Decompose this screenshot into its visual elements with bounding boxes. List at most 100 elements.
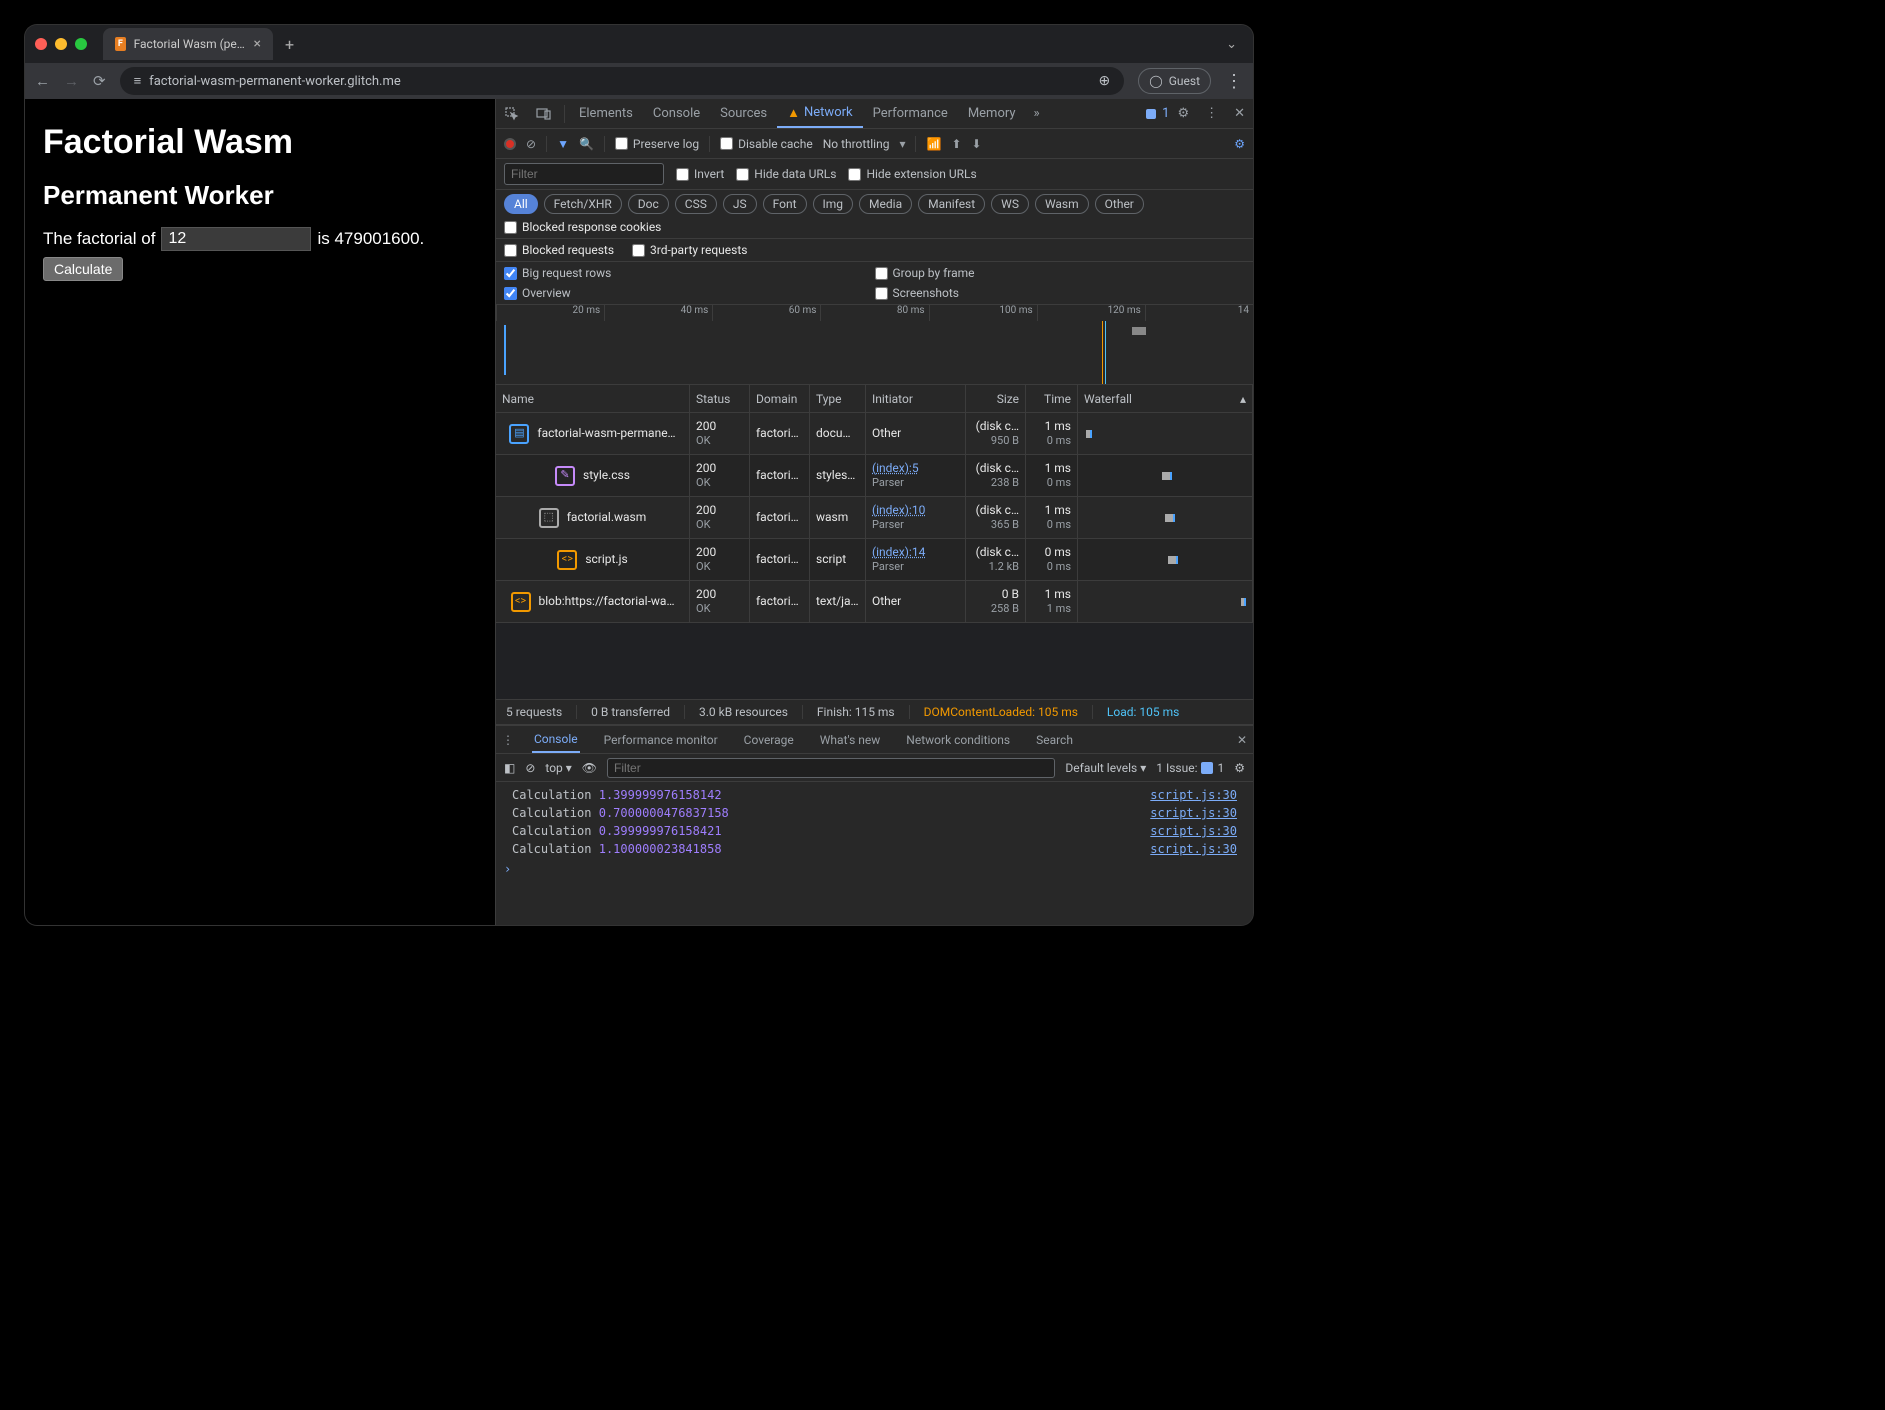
filter-toggle-icon[interactable]: ▼	[557, 137, 569, 151]
filter-pill-manifest[interactable]: Manifest	[918, 194, 985, 214]
invert-checkbox[interactable]: Invert	[676, 167, 724, 181]
close-window[interactable]	[35, 38, 47, 50]
console-sidebar-icon[interactable]: ◧	[504, 761, 515, 775]
filter-input[interactable]	[504, 163, 664, 185]
column-header-name[interactable]: Name	[496, 385, 690, 412]
network-settings-icon[interactable]: ⚙	[1234, 137, 1245, 151]
close-devtools-icon[interactable]: ✕	[1226, 106, 1253, 121]
column-header-type[interactable]: Type	[810, 385, 866, 412]
profile-badge[interactable]: ◯ Guest	[1138, 68, 1211, 94]
reload-icon[interactable]: ⟳	[93, 72, 106, 90]
console-prompt[interactable]: ›	[496, 858, 1253, 880]
log-source-link[interactable]: script.js:30	[1150, 806, 1237, 820]
devtools-menu-icon[interactable]: ⋮	[1197, 106, 1226, 121]
column-header-size[interactable]: Size	[966, 385, 1026, 412]
devtools-tab-console[interactable]: Console	[643, 99, 710, 128]
table-row[interactable]: <>blob:https://factorial-wa…200OKfactori…	[496, 581, 1253, 623]
filter-pill-fetchxhr[interactable]: Fetch/XHR	[544, 194, 622, 214]
devtools-tab-elements[interactable]: Elements	[569, 99, 643, 128]
tabs-dropdown-icon[interactable]: ⌄	[1226, 37, 1237, 52]
overview-checkbox[interactable]: Overview	[504, 286, 875, 300]
column-header-domain[interactable]: Domain	[750, 385, 810, 412]
filter-pill-doc[interactable]: Doc	[628, 194, 669, 214]
network-conditions-icon[interactable]: 📶	[926, 137, 941, 151]
big-rows-checkbox[interactable]: Big request rows	[504, 266, 875, 280]
hide-data-urls-checkbox[interactable]: Hide data URLs	[736, 167, 836, 181]
inspect-icon[interactable]	[496, 106, 528, 122]
import-har-icon[interactable]: ⬆	[951, 137, 961, 151]
drawer-tab-what's-new[interactable]: What's new	[818, 726, 883, 753]
column-header-time[interactable]: Time	[1026, 385, 1078, 412]
filter-pill-img[interactable]: Img	[813, 194, 854, 214]
initiator-link[interactable]: (index):5	[872, 461, 919, 477]
devtools-tab-performance[interactable]: Performance	[863, 99, 958, 128]
table-row[interactable]: <>script.js200OKfactori…script(index):14…	[496, 539, 1253, 581]
filter-pill-wasm[interactable]: Wasm	[1035, 194, 1089, 214]
filter-pill-js[interactable]: JS	[723, 194, 757, 214]
filter-pill-font[interactable]: Font	[763, 194, 807, 214]
screenshots-checkbox[interactable]: Screenshots	[875, 286, 1246, 300]
devtools-tab-network[interactable]: ▲Network	[777, 99, 862, 128]
devtools-tab-sources[interactable]: Sources	[710, 99, 777, 128]
disable-cache-checkbox[interactable]: Disable cache	[720, 137, 813, 151]
browser-menu-icon[interactable]: ⋮	[1225, 71, 1243, 92]
filter-pill-ws[interactable]: WS	[991, 194, 1029, 214]
filter-pill-all[interactable]: All	[504, 194, 538, 214]
close-tab-icon[interactable]: ×	[254, 36, 261, 52]
console-settings-icon[interactable]: ⚙	[1234, 761, 1245, 775]
drawer-tab-search[interactable]: Search	[1034, 726, 1075, 753]
drawer-tab-coverage[interactable]: Coverage	[742, 726, 796, 753]
devtools-tab-memory[interactable]: Memory	[958, 99, 1026, 128]
third-party-checkbox[interactable]: 3rd-party requests	[632, 243, 747, 257]
filter-pill-other[interactable]: Other	[1095, 194, 1144, 214]
table-row[interactable]: ✎style.css200OKfactori…styles…(index):5P…	[496, 455, 1253, 497]
zoom-icon[interactable]: ⊕	[1099, 73, 1111, 89]
column-header-waterfall[interactable]: Waterfall▴	[1078, 385, 1253, 412]
column-header-initiator[interactable]: Initiator	[866, 385, 966, 412]
search-icon[interactable]: 🔍	[579, 137, 594, 151]
console-filter-input[interactable]	[607, 758, 1055, 778]
log-source-link[interactable]: script.js:30	[1150, 842, 1237, 856]
drawer-menu-icon[interactable]: ⋮	[502, 733, 514, 747]
new-tab-button[interactable]: +	[285, 35, 294, 54]
drawer-tab-network-conditions[interactable]: Network conditions	[904, 726, 1012, 753]
filter-pill-media[interactable]: Media	[859, 194, 912, 214]
site-info-icon[interactable]: ≡	[134, 73, 142, 89]
device-toolbar-icon[interactable]	[528, 106, 560, 122]
close-drawer-icon[interactable]: ✕	[1237, 733, 1247, 747]
clear-icon[interactable]: ⊘	[526, 137, 536, 151]
throttling-chevron-icon[interactable]: ▾	[899, 137, 905, 151]
log-source-link[interactable]: script.js:30	[1150, 824, 1237, 838]
initiator-link[interactable]: (index):14	[872, 545, 925, 561]
table-row[interactable]: ⬚factorial.wasm200OKfactori…wasm(index):…	[496, 497, 1253, 539]
calculate-button[interactable]: Calculate	[43, 257, 123, 281]
context-select[interactable]: top ▾	[545, 761, 571, 775]
log-levels-select[interactable]: Default levels ▾	[1065, 761, 1146, 775]
blocked-requests-checkbox[interactable]: Blocked requests	[504, 243, 614, 257]
drawer-tab-console[interactable]: Console	[532, 726, 580, 753]
console-issues[interactable]: 1 Issue: 1	[1156, 761, 1224, 775]
factorial-input[interactable]	[161, 227, 311, 251]
live-expression-icon[interactable]: 👁	[582, 761, 597, 775]
settings-icon[interactable]: ⚙	[1169, 106, 1197, 121]
export-har-icon[interactable]: ⬇	[972, 137, 982, 151]
hide-extension-urls-checkbox[interactable]: Hide extension URLs	[848, 167, 976, 181]
maximize-window[interactable]	[75, 38, 87, 50]
overview-timeline[interactable]: 20 ms40 ms60 ms80 ms100 ms120 ms14	[496, 305, 1253, 385]
minimize-window[interactable]	[55, 38, 67, 50]
clear-console-icon[interactable]: ⊘	[525, 761, 535, 775]
record-icon[interactable]	[504, 138, 516, 150]
issues-badge[interactable]: 1	[1144, 106, 1169, 121]
more-tabs-icon[interactable]: »	[1026, 106, 1048, 121]
column-header-status[interactable]: Status	[690, 385, 750, 412]
drawer-tab-performance-monitor[interactable]: Performance monitor	[602, 726, 720, 753]
table-row[interactable]: ▤factorial-wasm-permane…200OKfactori…doc…	[496, 413, 1253, 455]
back-icon[interactable]: ←	[35, 72, 50, 90]
preserve-log-checkbox[interactable]: Preserve log	[615, 137, 699, 151]
forward-icon[interactable]: →	[64, 72, 79, 90]
browser-tab[interactable]: F Factorial Wasm (permanent ×	[103, 28, 273, 60]
group-by-frame-checkbox[interactable]: Group by frame	[875, 266, 1246, 280]
initiator-link[interactable]: (index):10	[872, 503, 925, 519]
blocked-cookies-checkbox[interactable]: Blocked response cookies	[504, 220, 661, 234]
url-field[interactable]: ≡ factorial-wasm-permanent-worker.glitch…	[120, 67, 1125, 95]
